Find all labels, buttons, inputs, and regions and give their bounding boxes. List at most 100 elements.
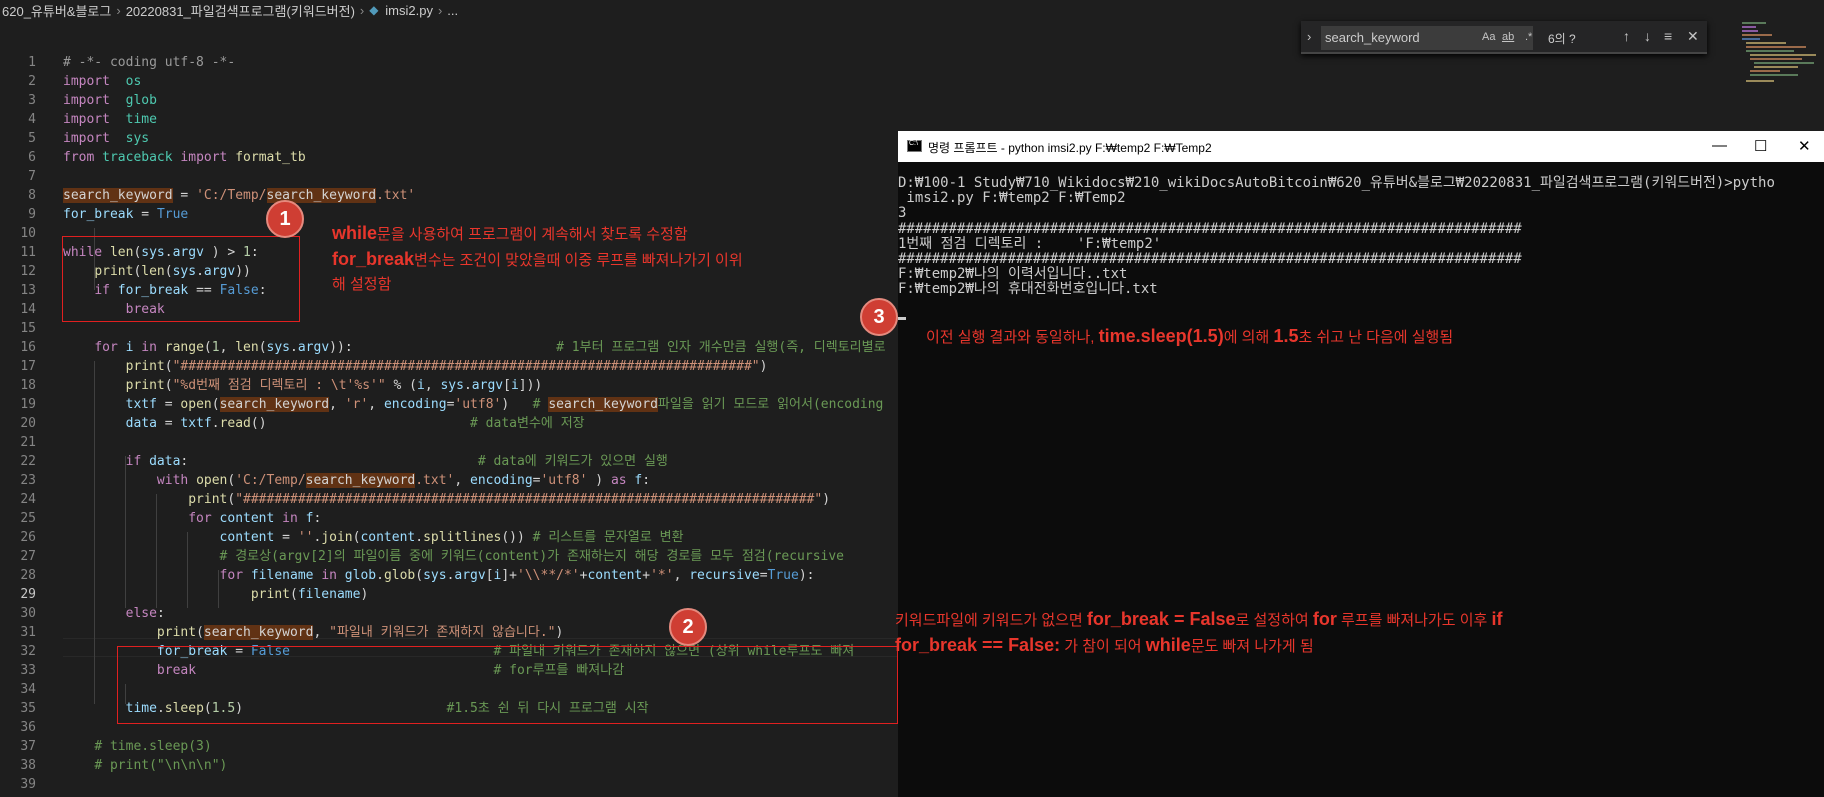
find-result-count: 6의 ? xyxy=(1548,32,1576,46)
line-number: 36 xyxy=(20,720,36,735)
code-line[interactable]: 23 with open('C:/Temp/search_keyword.txt… xyxy=(0,471,900,490)
line-number: 24 xyxy=(20,492,36,507)
chevron-right-icon: › xyxy=(437,2,443,18)
line-number: 21 xyxy=(20,435,36,450)
code-line[interactable]: 39 xyxy=(0,775,900,794)
chevron-right-icon: › xyxy=(116,2,121,18)
match-case-icon[interactable]: Aa xyxy=(1482,31,1495,43)
breadcrumb-folder-1[interactable]: 620_유튜버&블로그 xyxy=(2,1,111,20)
line-number: 19 xyxy=(20,397,36,412)
line-number: 13 xyxy=(20,283,36,298)
code-line[interactable]: 1 # -*- coding utf-8 -*- xyxy=(0,53,900,72)
command-prompt-titlebar[interactable]: 명령 프롬프트 - python imsi2.py F:₩temp2 F:₩Te… xyxy=(898,131,1824,162)
code-text: print("%d번째 점검 디렉토리 : \t'%s'" % (i, sys.… xyxy=(125,378,543,393)
code-line[interactable]: 25 for content in f: xyxy=(0,509,900,528)
code-text: for_break = True xyxy=(63,207,189,222)
code-line[interactable]: 31 print(search_keyword, "파일내 키워드가 존재하지 … xyxy=(0,623,900,642)
line-number: 22 xyxy=(20,454,36,469)
line-number: 32 xyxy=(20,644,36,659)
annotation-badge-3: 3 xyxy=(860,298,898,336)
selection-icon[interactable]: ≡ xyxy=(1664,28,1672,44)
code-text: if data: # data에 키워드가 있으면 실행 xyxy=(125,454,668,469)
code-line[interactable]: 6 from traceback import format_tb xyxy=(0,148,900,167)
breadcrumb: 620_유튜버&블로그 › 20220831_파일검색프로그램(키워드버전) ›… xyxy=(0,0,1824,20)
console-line: 3 xyxy=(898,205,907,222)
line-number: 35 xyxy=(20,701,36,716)
console-line: ########################################… xyxy=(898,220,1522,237)
arrow-up-icon[interactable]: ↑ xyxy=(1623,28,1630,44)
line-number: 27 xyxy=(20,549,36,564)
maximize-icon[interactable]: ☐ xyxy=(1754,137,1767,155)
console-line: ########################################… xyxy=(898,251,1522,268)
code-line[interactable]: 18 print("%d번째 점검 디렉토리 : \t'%s'" % (i, s… xyxy=(0,376,900,395)
code-text: txtf = open(search_keyword, 'r', encodin… xyxy=(125,397,884,412)
code-line[interactable]: 2 import os xyxy=(0,72,900,91)
code-line[interactable]: 3 import glob xyxy=(0,91,900,110)
text-cursor xyxy=(898,317,906,320)
code-text: else: xyxy=(125,606,165,621)
line-number: 26 xyxy=(20,530,36,545)
chevron-right-icon: › xyxy=(359,2,365,18)
code-text: import sys xyxy=(63,131,150,146)
console-icon xyxy=(907,140,922,152)
line-number: 5 xyxy=(28,131,36,146)
line-number: 10 xyxy=(20,226,36,241)
arrow-down-icon[interactable]: ↓ xyxy=(1644,28,1651,44)
code-text: search_keyword = 'C:/Temp/search_keyword… xyxy=(63,188,416,203)
console-output: D:₩100-1 Study₩710_Wikidocs₩210_wikiDocs… xyxy=(898,175,1824,298)
window-title: 명령 프롬프트 - python imsi2.py F:₩temp2 F:₩Te… xyxy=(928,141,1212,155)
line-number: 1 xyxy=(28,55,36,70)
line-number: 11 xyxy=(20,245,36,260)
code-line[interactable]: 4 import time xyxy=(0,110,900,129)
breadcrumb-folder-2[interactable]: 20220831_파일검색프로그램(키워드버전) xyxy=(126,1,355,20)
close-icon[interactable]: ✕ xyxy=(1687,28,1699,45)
breadcrumb-symbol[interactable]: ... xyxy=(447,3,458,18)
line-number: 3 xyxy=(28,93,36,108)
line-number: 17 xyxy=(20,359,36,374)
minimap[interactable] xyxy=(1740,20,1824,100)
code-line[interactable]: 37 # time.sleep(3) xyxy=(0,737,900,756)
line-number: 31 xyxy=(20,625,36,640)
line-number: 2 xyxy=(28,74,36,89)
annotation-box-for-break xyxy=(117,646,898,724)
code-text: print(search_keyword, "파일내 키워드가 존재하지 않습니… xyxy=(156,625,564,640)
annotation-note-2: 키워드파일에 키워드가 없으면 for_break = False로 설정하여 … xyxy=(895,609,1503,655)
code-line[interactable]: 20 data = txtf.read() # data변수에 저장 xyxy=(0,414,900,433)
command-prompt-window[interactable]: 명령 프롬프트 - python imsi2.py F:₩temp2 F:₩Te… xyxy=(898,131,1824,797)
code-line[interactable]: 21 xyxy=(0,433,900,452)
code-line[interactable]: 38 # print("\n\n\n") xyxy=(0,756,900,775)
regex-icon[interactable]: .* xyxy=(1525,31,1532,43)
line-number: 30 xyxy=(20,606,36,621)
whole-word-icon[interactable]: ab xyxy=(1502,31,1514,43)
console-line: F:₩temp2₩나의 이력서입니다..txt xyxy=(898,266,1128,283)
code-line[interactable]: 17 print("##############################… xyxy=(0,357,900,376)
python-file-icon: ◆ xyxy=(369,3,379,17)
breadcrumb-file[interactable]: imsi2.py xyxy=(385,3,433,18)
line-number: 33 xyxy=(20,663,36,678)
line-number: 29 xyxy=(20,587,36,602)
close-icon[interactable]: ✕ xyxy=(1798,137,1811,155)
annotation-note-1: while문을 사용하여 프로그램이 계속해서 찾도록 수정함 for_brea… xyxy=(332,223,743,293)
code-text: # time.sleep(3) xyxy=(94,739,212,754)
indent-guide xyxy=(125,456,126,608)
code-line[interactable]: 7 xyxy=(0,167,900,186)
code-line[interactable]: 8 search_keyword = 'C:/Temp/search_keywor… xyxy=(0,186,900,205)
indent-guide xyxy=(218,570,219,608)
code-line[interactable]: 22 if data: # data에 키워드가 있으면 실행 xyxy=(0,452,900,471)
minimize-icon[interactable]: — xyxy=(1712,137,1727,154)
code-line[interactable]: 26 content = ''.join(content.splitlines(… xyxy=(0,528,900,547)
code-line[interactable]: 28 for filename in glob.glob(sys.argv[i]… xyxy=(0,566,900,585)
code-line[interactable]: 19 txtf = open(search_keyword, 'r', enco… xyxy=(0,395,900,414)
code-line[interactable]: 16 for i in range(1, len(sys.argv)): # 1… xyxy=(0,338,900,357)
code-line[interactable]: 29 print(filename) xyxy=(0,585,900,604)
indent-guide xyxy=(187,532,188,608)
code-line[interactable]: 30 else: xyxy=(0,604,900,623)
line-number: 6 xyxy=(28,150,36,165)
code-line[interactable]: 5 import sys xyxy=(0,129,900,148)
code-line[interactable]: 27 # 경로상(argv[2]의 파일이름 중에 키워드(content)가 … xyxy=(0,547,900,566)
toggle-replace-icon[interactable]: › xyxy=(1307,29,1311,44)
line-number: 38 xyxy=(20,758,36,773)
code-line[interactable]: 24 print("##############################… xyxy=(0,490,900,509)
code-text: data = txtf.read() # data변수에 저장 xyxy=(125,416,585,431)
line-number: 15 xyxy=(20,321,36,336)
